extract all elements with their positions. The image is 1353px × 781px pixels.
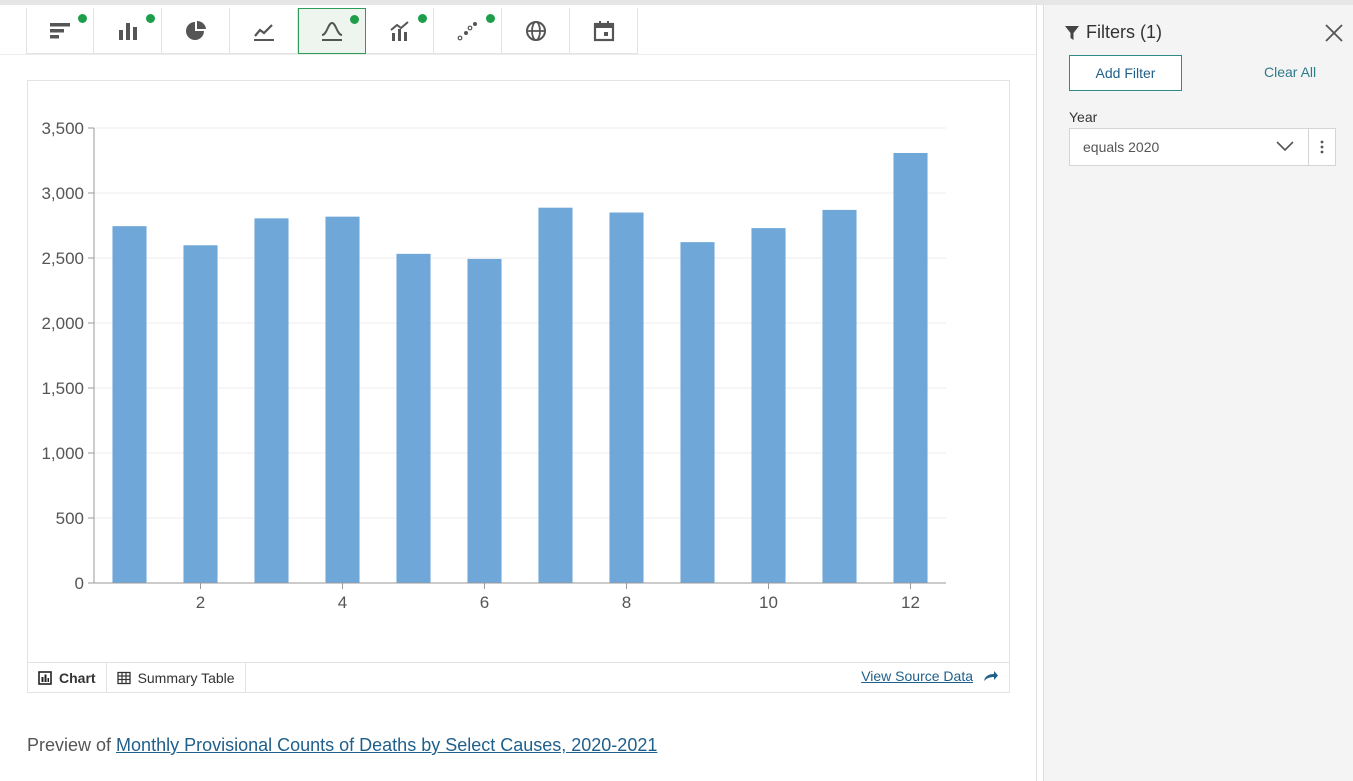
x-tick-label: 8	[622, 593, 631, 612]
globe-map-icon	[525, 20, 546, 41]
column-chart-button[interactable]	[94, 8, 162, 54]
tab-summary-label: Summary Table	[137, 669, 235, 686]
horizontal-bar-chart-button[interactable]	[26, 8, 94, 54]
chart-card: 0 500 1,000 1,500 2,000 2,500 3,000 3,500 2 4 6 8 10…	[27, 80, 1010, 693]
tab-chart-label: Chart	[59, 669, 96, 686]
x-tick-label: 12	[901, 593, 920, 612]
bar	[325, 216, 360, 583]
y-tick-label: 2,500	[41, 249, 84, 268]
year-filter-select[interactable]: equals 2020	[1069, 128, 1309, 166]
filter-funnel-icon	[1065, 25, 1079, 40]
year-filter-value: equals 2020	[1083, 139, 1160, 155]
y-tick-label: 1,000	[41, 444, 84, 463]
status-dot	[78, 14, 87, 23]
bar	[893, 152, 928, 583]
calendar-icon	[593, 20, 614, 41]
filter-field-label: Year	[1069, 109, 1098, 125]
combo-chart-button[interactable]	[366, 8, 434, 54]
preview-caption: Preview of Monthly Provisional Counts of…	[27, 735, 657, 756]
chevron-down-icon	[1276, 141, 1294, 152]
tab-summary-table[interactable]: Summary Table	[107, 663, 246, 692]
horizontal-bar-chart-icon	[50, 22, 70, 38]
distribution-curve-icon	[321, 21, 343, 41]
map-chart-button[interactable]	[502, 8, 570, 54]
distribution-curve-button[interactable]	[298, 8, 366, 54]
bar	[822, 209, 857, 583]
scatter-plot-button[interactable]	[434, 8, 502, 54]
calendar-chart-button[interactable]	[570, 8, 638, 54]
bar	[467, 258, 502, 583]
combo-chart-icon	[389, 20, 409, 41]
toolbar-divider	[0, 54, 1036, 55]
x-tick-label: 4	[338, 593, 347, 612]
bar	[680, 242, 715, 583]
tab-chart[interactable]: Chart	[28, 663, 107, 692]
y-tick-label: 0	[75, 574, 84, 593]
chart-type-toolbar	[26, 8, 638, 56]
filters-title: Filters (1)	[1064, 22, 1162, 43]
pie-chart-icon	[185, 20, 206, 40]
y-tick-label: 1,500	[41, 379, 84, 398]
share-arrow-icon	[984, 671, 998, 681]
pie-chart-button[interactable]	[162, 8, 230, 54]
view-source-label: View Source Data	[861, 668, 973, 684]
bar	[112, 226, 147, 583]
x-tick-label: 2	[196, 593, 205, 612]
bar	[396, 253, 431, 583]
scatter-plot-icon	[457, 21, 477, 40]
clear-all-link[interactable]: Clear All	[1264, 64, 1316, 80]
main-pane: 0 500 1,000 1,500 2,000 2,500 3,000 3,500 2 4 6 8 10…	[0, 5, 1037, 781]
status-dot	[350, 15, 359, 24]
y-tick-label: 500	[56, 509, 84, 528]
dataset-link[interactable]: Monthly Provisional Counts of Deaths by …	[116, 735, 657, 755]
preview-prefix: Preview of	[27, 735, 117, 755]
status-dot	[418, 14, 427, 23]
bar	[609, 212, 644, 583]
add-filter-button[interactable]: Add Filter	[1069, 55, 1182, 91]
more-vertical-icon	[1320, 140, 1324, 154]
y-tick-label: 3,500	[41, 119, 84, 138]
view-source-data-link[interactable]: View Source Data	[861, 668, 999, 684]
filters-panel: Filters (1) Add Filter Clear All Year eq…	[1043, 5, 1353, 781]
bar	[254, 218, 289, 583]
y-tick-label: 3,000	[41, 184, 84, 203]
status-dot	[486, 14, 495, 23]
filters-title-label: Filters (1)	[1086, 22, 1162, 42]
table-icon	[116, 671, 131, 684]
status-dot	[146, 14, 155, 23]
chart-footer: Chart Summary Table View Source Data	[28, 662, 1009, 692]
bar-chart: 0 500 1,000 1,500 2,000 2,500 3,000 3,500 2 4 6 8 10…	[41, 119, 946, 612]
column-chart-icon	[118, 22, 137, 40]
line-chart-icon	[253, 23, 274, 41]
bar	[183, 245, 218, 583]
bar	[538, 207, 573, 583]
x-tick-label: 6	[480, 593, 489, 612]
x-tick-label: 10	[759, 593, 778, 612]
bar	[751, 228, 786, 583]
y-tick-label: 2,000	[41, 314, 84, 333]
line-chart-button[interactable]	[230, 8, 298, 54]
chart-tab-icon	[38, 670, 52, 685]
filter-options-button[interactable]	[1308, 128, 1336, 166]
close-icon[interactable]	[1324, 23, 1344, 43]
